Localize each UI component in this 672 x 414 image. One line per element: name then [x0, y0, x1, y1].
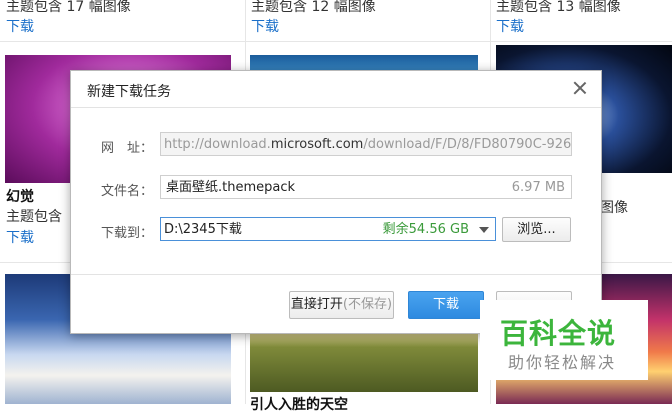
theme-download-link[interactable]: 下载: [496, 16, 524, 36]
theme-download-link[interactable]: 下载: [6, 227, 34, 247]
browse-button[interactable]: 浏览...: [502, 217, 571, 242]
theme-image-count: 主题包含 17 幅图像: [6, 0, 131, 15]
watermark-subtitle: 助你轻松解决: [508, 353, 617, 372]
theme-title[interactable]: 幻觉: [6, 186, 34, 206]
theme-image-count: 图像: [600, 200, 628, 216]
close-icon[interactable]: [571, 79, 589, 97]
theme-image-count: 主题包含 13 幅图像: [496, 0, 621, 15]
theme-download-link[interactable]: 下载: [6, 16, 34, 36]
filename-value: 桌面壁纸.themepack: [166, 180, 296, 195]
dialog-title: 新建下载任务: [87, 84, 171, 100]
download-button[interactable]: 下载: [408, 291, 484, 319]
open-directly-label: 直接打开: [290, 297, 343, 312]
saveto-path: D:\2345下载: [164, 222, 242, 237]
watermark: 百科全说 助你轻松解决: [480, 300, 648, 380]
no-save-hint: (不保存): [342, 297, 393, 312]
theme-image-count: 主题包含: [6, 209, 62, 225]
theme-card: 主题包含 12 幅图像 下载: [245, 0, 490, 42]
url-field[interactable]: http://download.microsoft.com/download/F…: [160, 132, 572, 156]
chevron-down-icon[interactable]: [479, 227, 489, 233]
filename-label: 文件名：: [101, 184, 154, 199]
open-directly-button[interactable]: 直接打开(不保存): [289, 291, 394, 319]
dialog-header: 新建下载任务: [71, 71, 601, 108]
new-download-dialog: 新建下载任务 网 址： http://download.microsoft.co…: [70, 70, 602, 334]
file-size: 6.97 MB: [511, 180, 565, 195]
url-suffix: /download/F/D/8/FD80790C-926E-40C: [363, 137, 572, 152]
grid-divider: [0, 41, 672, 42]
theme-image-count: 主题包含 12 幅图像: [251, 0, 376, 15]
theme-title[interactable]: 引人入胜的天空: [250, 394, 348, 414]
free-space: 剩余54.56 GB: [382, 222, 469, 237]
divider: [71, 274, 601, 275]
saveto-label: 下载到：: [101, 226, 154, 241]
theme-download-link[interactable]: 下载: [251, 16, 279, 36]
url-label: 网 址：: [101, 141, 154, 156]
theme-card: 主题包含 13 幅图像 下载: [490, 0, 672, 42]
url-host: microsoft.com: [270, 137, 364, 152]
filename-field[interactable]: 桌面壁纸.themepack 6.97 MB: [160, 175, 572, 199]
theme-card: 主题包含 17 幅图像 下载: [0, 0, 245, 42]
saveto-dropdown[interactable]: D:\2345下载 剩余54.56 GB: [160, 217, 496, 241]
url-prefix: http://download.: [164, 137, 271, 152]
watermark-title: 百科全说: [500, 317, 617, 350]
